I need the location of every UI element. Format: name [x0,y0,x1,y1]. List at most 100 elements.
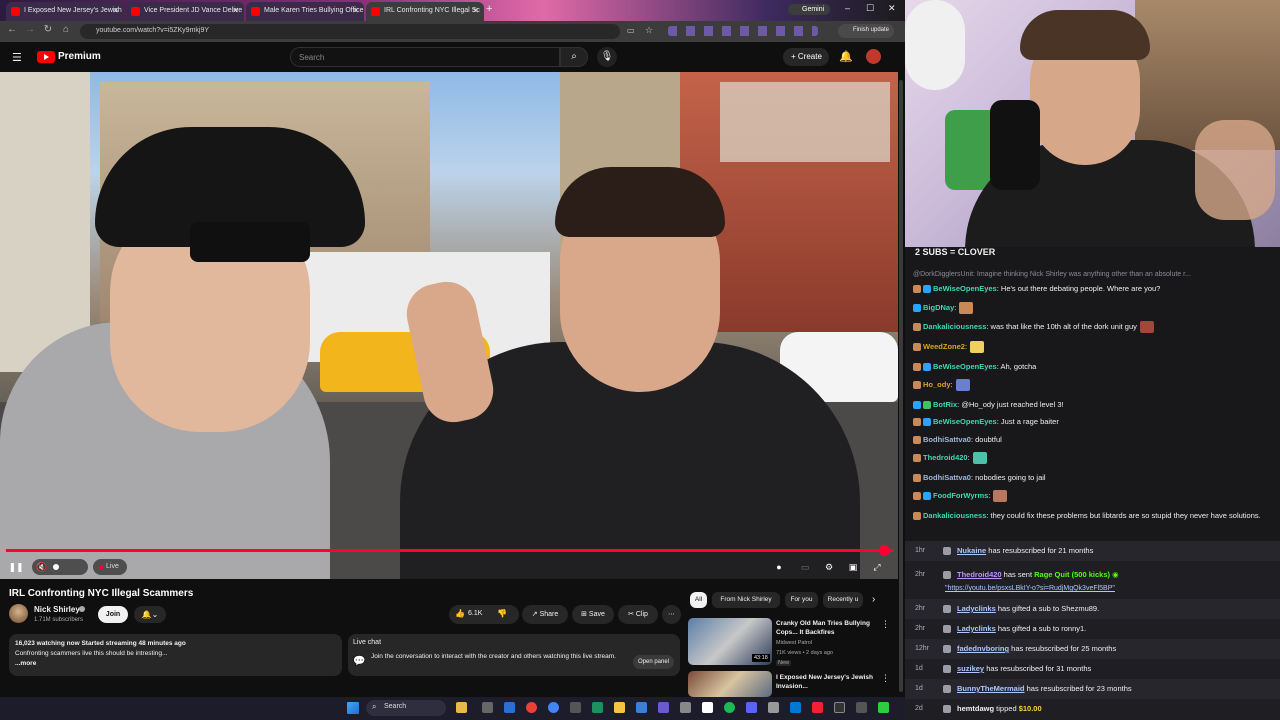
chip-for-you[interactable]: For you [785,592,818,608]
chat-message[interactable]: BeWiseOpenEyes: Just a rage baiter [913,416,1275,428]
event-username[interactable]: Nukaine [957,546,986,555]
create-button[interactable]: + Create [783,48,829,66]
save-button[interactable]: ⊞ Save [572,605,614,624]
fullscreen-icon[interactable]: ⤢ [870,559,884,575]
recommendation-channel[interactable]: Midwest Patrol [776,640,812,646]
like-count[interactable]: 6.1K [468,610,482,617]
chat-username[interactable]: Ho_ody [923,380,951,389]
settings-gear-icon[interactable]: ⚙ [822,559,836,575]
taskbar-app-icon[interactable] [680,702,691,713]
event-username[interactable]: BunnyTheMermaid [957,684,1025,693]
forward-icon[interactable]: → [24,24,36,36]
subscription-bell-icon[interactable]: 🔔⌄ [134,606,166,623]
close-tab-icon[interactable]: ✕ [472,6,479,15]
show-more-link[interactable]: ...more [15,659,336,669]
spotify-icon[interactable] [724,702,735,713]
extension-icons[interactable] [668,26,818,36]
finish-update-button[interactable]: Finish update [838,24,894,38]
chat-username[interactable]: BeWiseOpenEyes [933,417,997,426]
url-bar[interactable]: youtube.com/watch?v=i5ZKy9mkj9Y [80,24,620,39]
chevron-right-icon[interactable]: › [872,594,875,605]
close-tab-icon[interactable]: ✕ [232,6,239,15]
channel-name[interactable]: Nick Shirley [34,605,80,614]
chat-message[interactable]: Dankaliciousness: they could fix these p… [913,510,1275,522]
taskbar-app-icon[interactable] [746,702,757,713]
channel-avatar[interactable] [9,604,28,623]
bookmark-star-icon[interactable]: ☆ [645,25,653,36]
chat-username[interactable]: FoodForWyrms [933,491,988,500]
chat-username[interactable]: BeWiseOpenEyes [933,362,997,371]
recommendation-title[interactable]: Cranky Old Man Tries Bullying Cops... It… [776,619,876,637]
event-row[interactable]: 2hr Ladyclinks has gifted a sub to ronny1… [905,619,1280,639]
chat-message[interactable]: Thedroid420: [913,452,1275,465]
chat-username[interactable]: BodhiSattva0 [923,473,971,482]
chat-username[interactable]: Thedroid420 [923,453,968,462]
chat-message[interactable]: BodhiSattva0: doubtful [913,434,1275,446]
taskbar-app-icon[interactable] [504,702,515,713]
event-username[interactable]: Ladyclinks [957,604,996,613]
event-row[interactable]: 1d suzikey has resubscribed for 31 months [905,659,1280,679]
chrome-icon[interactable] [526,702,537,713]
menu-icon[interactable]: ☰ [12,51,22,64]
chat-username[interactable]: BeWiseOpenEyes [933,284,997,293]
folder-icon[interactable] [614,702,625,713]
clip-button[interactable]: ✂ Clip [618,605,658,624]
cast-icon[interactable]: ▭ [627,26,635,35]
chat-message[interactable]: WeedZone2: [913,341,1275,354]
chat-username[interactable]: Dankaliciousness [923,322,986,331]
maximize-icon[interactable]: ☐ [866,3,874,14]
live-badge[interactable]: Live [93,559,127,575]
chat-username[interactable]: Dankaliciousness [923,511,986,520]
account-avatar[interactable] [866,49,881,64]
video-description[interactable]: 16,023 watching now Started streaming 48… [9,634,342,676]
taskbar-search[interactable]: Search [366,700,446,716]
taskbar-app-icon[interactable] [768,702,779,713]
chat-username[interactable]: BigDNay [923,303,954,312]
chat-message[interactable]: BotRix: @Ho_ody just reached level 3! [913,399,1275,411]
taskbar-app-icon[interactable] [790,702,801,713]
chat-message[interactable]: BeWiseOpenEyes: He's out there debating … [913,283,1275,295]
chat-username[interactable]: WeedZone2 [923,342,965,351]
event-row[interactable]: 12hr fadednvboring has resubscribed for 2… [905,639,1280,659]
microphone-icon[interactable]: 🎙 [597,47,617,67]
chip-from-channel[interactable]: From Nick Shirley [712,592,780,608]
event-username[interactable]: fadednvboring [957,644,1009,653]
join-button[interactable]: Join [98,606,128,623]
event-username[interactable]: Ladyclinks [957,624,996,633]
autoplay-toggle-icon[interactable]: ● [772,559,786,575]
taskbar-app-icon[interactable] [570,702,581,713]
chat-message[interactable]: BigDNay: [913,302,1275,315]
taskbar-app-icon[interactable] [548,702,559,713]
event-username[interactable]: Thedroid420 [957,570,1002,579]
video-progress-bar[interactable] [6,549,894,552]
event-row[interactable]: 2hr Ladyclinks has gifted a sub to Shezmu… [905,599,1280,619]
event-username[interactable]: suzikey [957,664,984,673]
chat-message[interactable]: Dankaliciousness: was that like the 10th… [913,321,1275,334]
close-tab-icon[interactable]: ✕ [112,6,119,15]
page-scrollbar[interactable] [899,80,903,692]
taskbar-app-icon[interactable] [636,702,647,713]
chat-message[interactable]: BeWiseOpenEyes: Ah, gotcha [913,361,1275,373]
recommendation-title[interactable]: I Exposed New Jersey's Jewish Invasion..… [776,673,876,691]
pause-icon[interactable]: ❚❚ [8,559,24,575]
volume-slider-handle[interactable] [53,564,59,570]
new-tab-icon[interactable]: + [486,3,492,15]
youtube-brand-label[interactable]: Premium [58,51,101,62]
browser-tab[interactable]: Male Karen Tries Bullying Office ✕ [246,2,364,21]
chat-username[interactable]: BotRix [933,400,957,409]
event-link[interactable]: "https://youtu.be/psxsLBkIY-o?si=RudjMgQ… [945,585,1115,592]
chat-message[interactable]: BodhiSattva0: nobodies going to jail [913,472,1275,484]
back-icon[interactable]: ← [6,24,18,36]
taskbar-app-icon[interactable] [456,702,467,713]
taskbar-app-icon[interactable] [592,702,603,713]
thumbs-down-icon[interactable]: 👎 [497,609,507,618]
chip-all[interactable]: All [690,592,707,608]
close-window-icon[interactable]: ✕ [888,3,896,14]
event-username[interactable]: hemtdawg [957,704,994,713]
reload-icon[interactable]: ↻ [42,24,54,36]
chat-message[interactable]: FoodForWyrms: [913,490,1275,503]
video-player[interactable] [0,72,898,579]
youtube-logo-icon[interactable] [37,51,55,63]
event-row[interactable]: 1hr Nukaine has resubscribed for 21 month… [905,541,1280,561]
gemini-button[interactable]: Gemini [788,4,831,15]
